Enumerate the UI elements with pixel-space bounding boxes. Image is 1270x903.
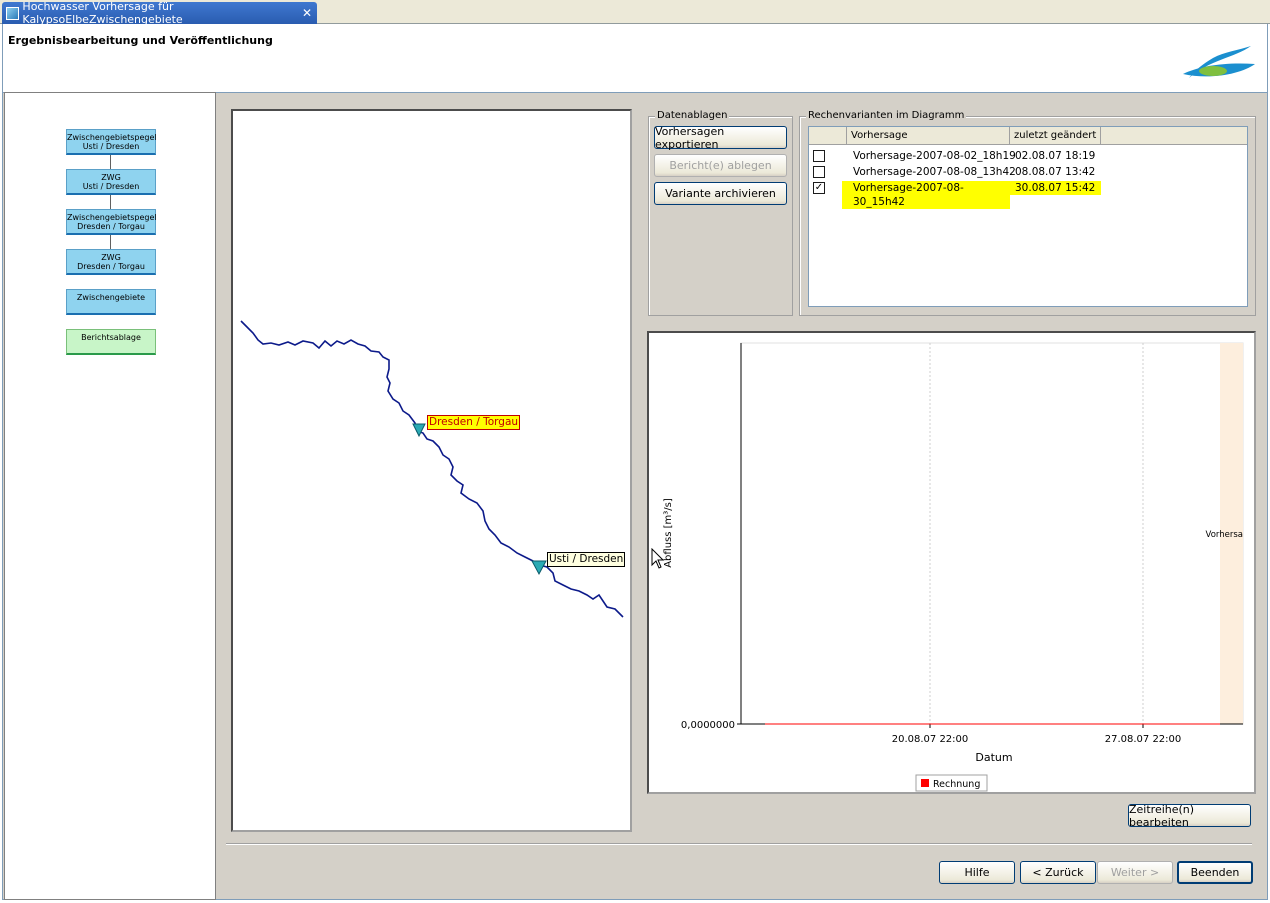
river-elbe: [240, 320, 624, 618]
table-row[interactable]: Vorhersage-2007-08-08_13h42 08.08.07 13:…: [809, 164, 1249, 180]
column-header-changed[interactable]: zuletzt geändert: [1010, 127, 1101, 145]
column-header-filler: [1101, 127, 1247, 145]
help-button[interactable]: Hilfe: [939, 861, 1015, 884]
x-tick-label: 27.08.07 22:00: [1105, 734, 1182, 745]
app-icon: [6, 6, 20, 20]
flow-node-sublabel: Dresden / Torgau: [77, 262, 145, 271]
flow-node-sublabel: Usti / Dresden: [82, 182, 140, 191]
map-panel[interactable]: Dresden / Torgau Usti / Dresden: [231, 109, 632, 832]
column-header-check[interactable]: [809, 127, 847, 145]
footer-separator: [226, 843, 1252, 845]
plot-area: [740, 342, 1244, 725]
flow-node-label: Zwischengebietspegel: [67, 213, 157, 222]
table-row[interactable]: ✓ Vorhersage-2007-08-30_15h42 30.08.07 1…: [809, 180, 1249, 209]
mouse-cursor-icon: [651, 548, 665, 569]
page-title: Ergebnisbearbeitung und Veröffentlichung: [8, 34, 273, 47]
tab-title: Hochwasser Vorhersage für KalypsoElbeZwi…: [22, 0, 183, 26]
forecast-region-label: Vorhersa: [1206, 530, 1243, 540]
next-button[interactable]: Weiter >: [1097, 861, 1173, 884]
variant-name: Vorhersage-2007-08-08_13h42: [853, 166, 1016, 178]
flow-node-zwischengebietspegel-usti-dresden[interactable]: Zwischengebietspegel Usti / Dresden: [66, 129, 157, 155]
kalypso-logo: [1183, 46, 1255, 78]
legend-swatch: [921, 779, 929, 787]
finish-button[interactable]: Beenden: [1177, 861, 1253, 884]
flow-node-label: ZWG: [101, 253, 121, 262]
flow-node-zwg-dresden-torgau[interactable]: ZWG Dresden / Torgau: [66, 249, 156, 275]
table-row[interactable]: Vorhersage-2007-08-02_18h19 02.08.07 18:…: [809, 148, 1249, 164]
variant-name: Vorhersage-2007-08-30_15h42: [842, 181, 1010, 209]
gauge-usti-dresden-icon: [531, 560, 547, 576]
legend-label: Rechnung: [933, 779, 980, 790]
flow-node-label: Zwischengebietspegel: [67, 133, 157, 142]
x-tick-label: 20.08.07 22:00: [892, 734, 969, 745]
flow-node-zwg-usti-dresden[interactable]: ZWG Usti / Dresden: [66, 169, 156, 195]
gauge-label-dresden-torgau[interactable]: Dresden / Torgau: [427, 415, 521, 430]
editor-tab[interactable]: Hochwasser Vorhersage für KalypsoElbeZwi…: [2, 0, 317, 26]
store-reports-button[interactable]: Bericht(e) ablegen: [654, 154, 787, 177]
variant-changed: 02.08.07 18:19: [1015, 150, 1096, 162]
gauge-label-usti-dresden[interactable]: Usti / Dresden: [547, 552, 626, 567]
flow-node-berichtsablage[interactable]: Berichtsablage: [66, 329, 156, 355]
export-forecasts-button[interactable]: Vorhersagen exportieren: [654, 125, 787, 151]
variant-checkbox[interactable]: [813, 150, 825, 162]
flow-node-zwischengebietspegel-dresden-torgau[interactable]: Zwischengebietspegel Dresden / Torgau: [66, 209, 157, 235]
chart-panel[interactable]: Vorhersa 20.08.07 22:00 27.08.07 22:00 0,00…: [647, 331, 1256, 794]
column-header-vorhersage[interactable]: Vorhersage: [847, 127, 1010, 145]
variants-table: Vorhersage zuletzt geändert Vorhersage-2…: [808, 126, 1248, 307]
tab-bar: Hochwasser Vorhersage für KalypsoElbeZwi…: [0, 0, 1270, 26]
y-tick-label: 0,0000000: [681, 720, 735, 731]
river-map[interactable]: [233, 111, 630, 830]
edit-timeseries-button[interactable]: Zeitreihe(n) bearbeiten: [1128, 803, 1251, 829]
datenablagen-group: Datenablagen Vorhersagen exportieren Ber…: [648, 110, 793, 316]
flow-node-label: ZWG: [101, 173, 121, 182]
workflow-sidebar: Zwischengebietspegel Usti / Dresden ZWG …: [4, 92, 216, 900]
x-axis-label: Datum: [975, 751, 1012, 764]
flow-node-label: Berichtsablage: [81, 333, 141, 342]
variant-changed: 08.08.07 13:42: [1015, 166, 1096, 178]
archive-variant-button[interactable]: Variante archivieren: [654, 182, 787, 205]
variant-name: Vorhersage-2007-08-02_18h19: [853, 150, 1016, 162]
flow-node-label: Zwischengebiete: [76, 293, 146, 302]
variant-checkbox-checked[interactable]: ✓: [813, 182, 825, 194]
flow-node-zwischengebiete[interactable]: Zwischengebiete: [66, 289, 156, 315]
datenablagen-label: Datenablagen: [655, 110, 730, 121]
back-button[interactable]: < Zurück: [1020, 861, 1096, 884]
discharge-chart[interactable]: Vorhersa 20.08.07 22:00 27.08.07 22:00 0,00…: [649, 333, 1254, 792]
close-icon[interactable]: ✕: [302, 6, 312, 20]
variant-changed: 30.08.07 15:42: [1010, 181, 1101, 195]
variant-checkbox[interactable]: [813, 166, 825, 178]
flow-node-sublabel: Dresden / Torgau: [77, 222, 145, 231]
rechenvarianten-label: Rechenvarianten im Diagramm: [806, 110, 967, 121]
flow-node-sublabel: Usti / Dresden: [82, 142, 140, 151]
page-header: Ergebnisbearbeitung und Veröffentlichung: [2, 24, 1268, 92]
